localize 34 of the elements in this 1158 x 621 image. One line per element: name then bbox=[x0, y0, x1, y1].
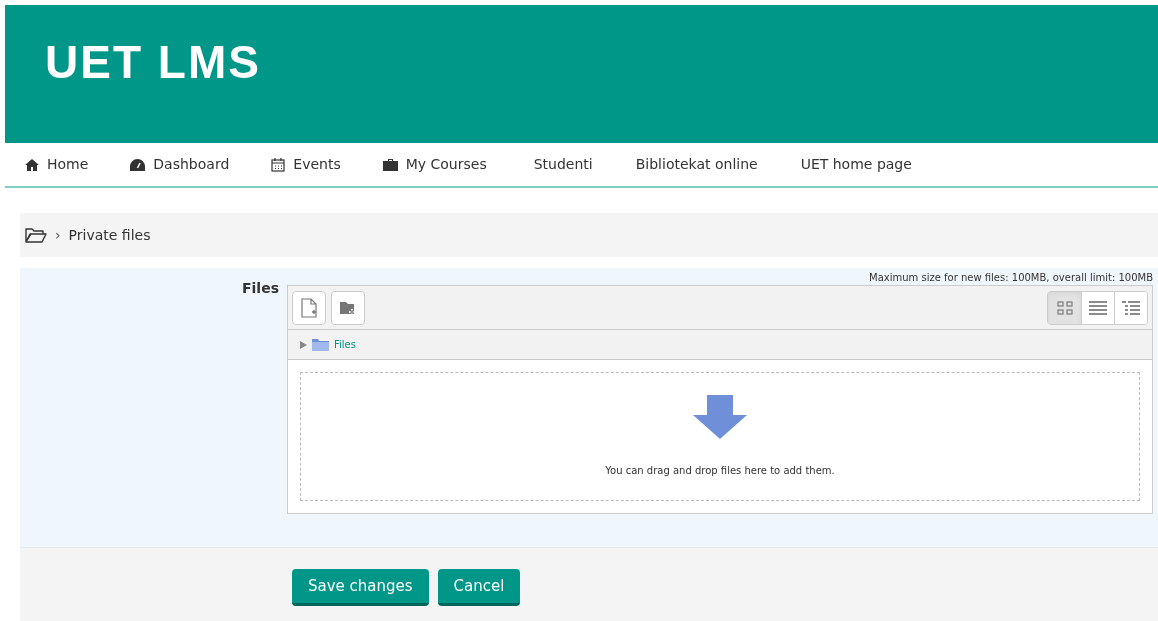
nav-link[interactable]: Studenti bbox=[533, 154, 593, 175]
cancel-button[interactable]: Cancel bbox=[437, 569, 521, 606]
nav-link[interactable]: Dashboard bbox=[130, 154, 230, 175]
tree-icon bbox=[1122, 300, 1140, 315]
expand-arrow-icon[interactable] bbox=[300, 340, 307, 349]
down-arrow-icon bbox=[693, 395, 747, 439]
drop-zone[interactable]: You can drag and drop files here to add them. bbox=[300, 372, 1140, 501]
nav-link[interactable]: Home bbox=[25, 154, 89, 175]
add-file-button[interactable] bbox=[292, 290, 326, 325]
field-label: Files bbox=[242, 279, 279, 298]
drop-hint: You can drag and drop files here to add them. bbox=[605, 464, 835, 478]
gauge-icon bbox=[130, 158, 146, 171]
list-icon bbox=[1089, 300, 1107, 315]
grid-icon bbox=[1056, 300, 1073, 315]
breadcrumb-separator: › bbox=[55, 225, 61, 245]
nav-link[interactable]: Bibliotekat online bbox=[635, 154, 758, 175]
nav-link[interactable]: Events bbox=[271, 154, 341, 175]
limit-note: Maximum size for new files: 100MB, overall limit: 100MB bbox=[869, 271, 1153, 285]
new-folder-button[interactable] bbox=[331, 290, 365, 325]
site-title[interactable]: UET LMS bbox=[45, 39, 261, 85]
view-toggle-button[interactable] bbox=[1114, 291, 1147, 324]
view-toggle-button[interactable] bbox=[1048, 291, 1081, 324]
home-icon bbox=[25, 158, 39, 171]
view-toggle-button[interactable] bbox=[1081, 291, 1114, 324]
new-file-icon bbox=[301, 297, 317, 318]
folder-icon bbox=[312, 338, 329, 351]
nav-link[interactable]: My Courses bbox=[382, 154, 487, 175]
briefcase-icon bbox=[382, 158, 398, 171]
breadcrumb-item: Private files bbox=[68, 225, 151, 245]
nav-link[interactable]: UET home page bbox=[800, 154, 912, 175]
new-folder-icon bbox=[339, 299, 357, 316]
save-button[interactable]: Save changes bbox=[292, 569, 429, 606]
folder-icon[interactable] bbox=[25, 227, 47, 243]
calendar-icon bbox=[271, 157, 286, 172]
